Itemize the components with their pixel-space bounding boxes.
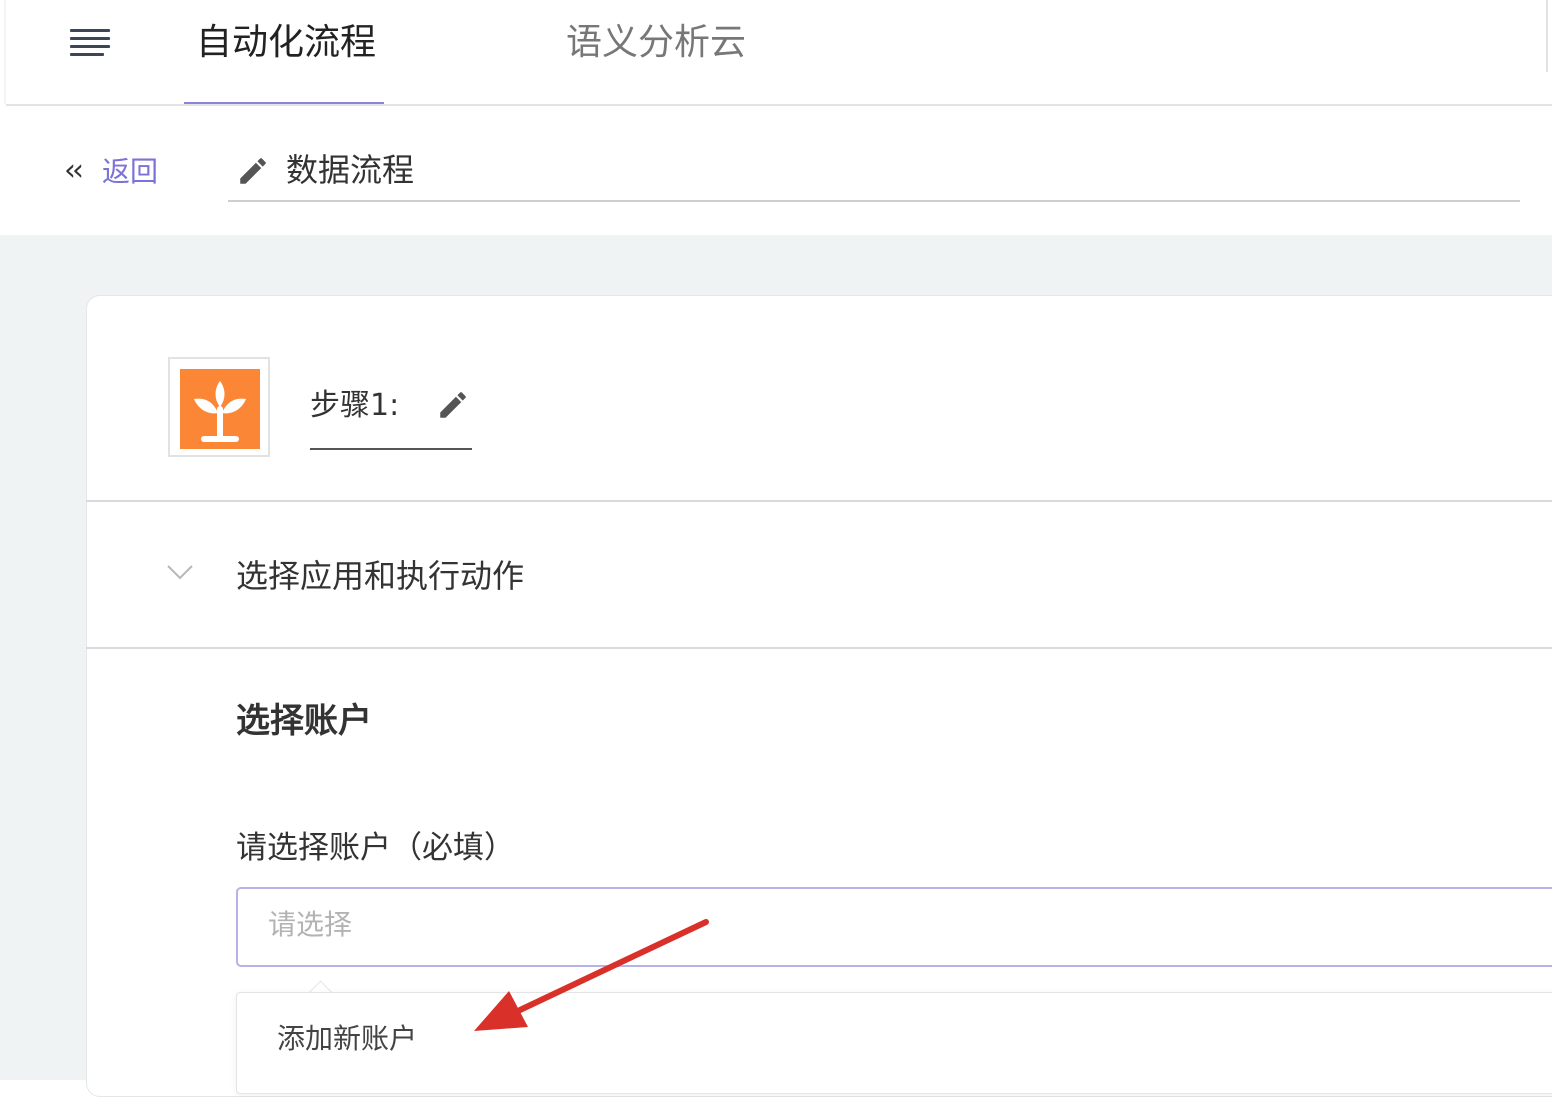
chevron-down-icon[interactable] (166, 562, 194, 582)
pencil-icon (240, 158, 266, 184)
pencil-icon[interactable] (436, 388, 470, 422)
app-logo (180, 369, 260, 449)
tab-automation-flow[interactable]: 自动化流程 (196, 18, 376, 68)
account-select[interactable]: 请选择 (236, 887, 1552, 967)
step-label: 步骤1: (310, 388, 400, 423)
add-new-account-option[interactable]: 添加新账户 (277, 1019, 417, 1059)
tab-semantic-analysis-cloud[interactable]: 语义分析云 (566, 18, 746, 68)
account-field-label: 请选择账户（必填） (236, 830, 515, 866)
top-nav: 自动化流程 语义分析云 (0, 0, 1552, 106)
select-placeholder: 请选择 (268, 908, 353, 941)
step-card (86, 295, 1552, 1097)
account-heading: 选择账户 (236, 701, 372, 741)
flow-title-field[interactable]: 数据流程 (228, 140, 1520, 202)
section-divider (86, 647, 1552, 649)
double-chevron-left-icon: ‹‹ (64, 152, 84, 188)
menu-icon[interactable] (70, 29, 110, 59)
sprout-logo-icon (194, 381, 246, 442)
app-logo-frame[interactable] (168, 357, 270, 457)
flow-title: 数据流程 (286, 151, 415, 189)
nav-right-edge (1546, 0, 1548, 72)
section-divider (86, 500, 1552, 502)
step-name-field[interactable]: 步骤1: (310, 378, 472, 450)
nav-left-edge (4, 0, 6, 104)
section-title[interactable]: 选择应用和执行动作 (236, 554, 524, 598)
back-label: 返回 (102, 155, 159, 188)
account-dropdown-menu: 添加新账户 (236, 992, 1552, 1094)
nav-divider (6, 104, 1552, 106)
back-link[interactable]: ‹‹ 返回 (64, 150, 158, 190)
